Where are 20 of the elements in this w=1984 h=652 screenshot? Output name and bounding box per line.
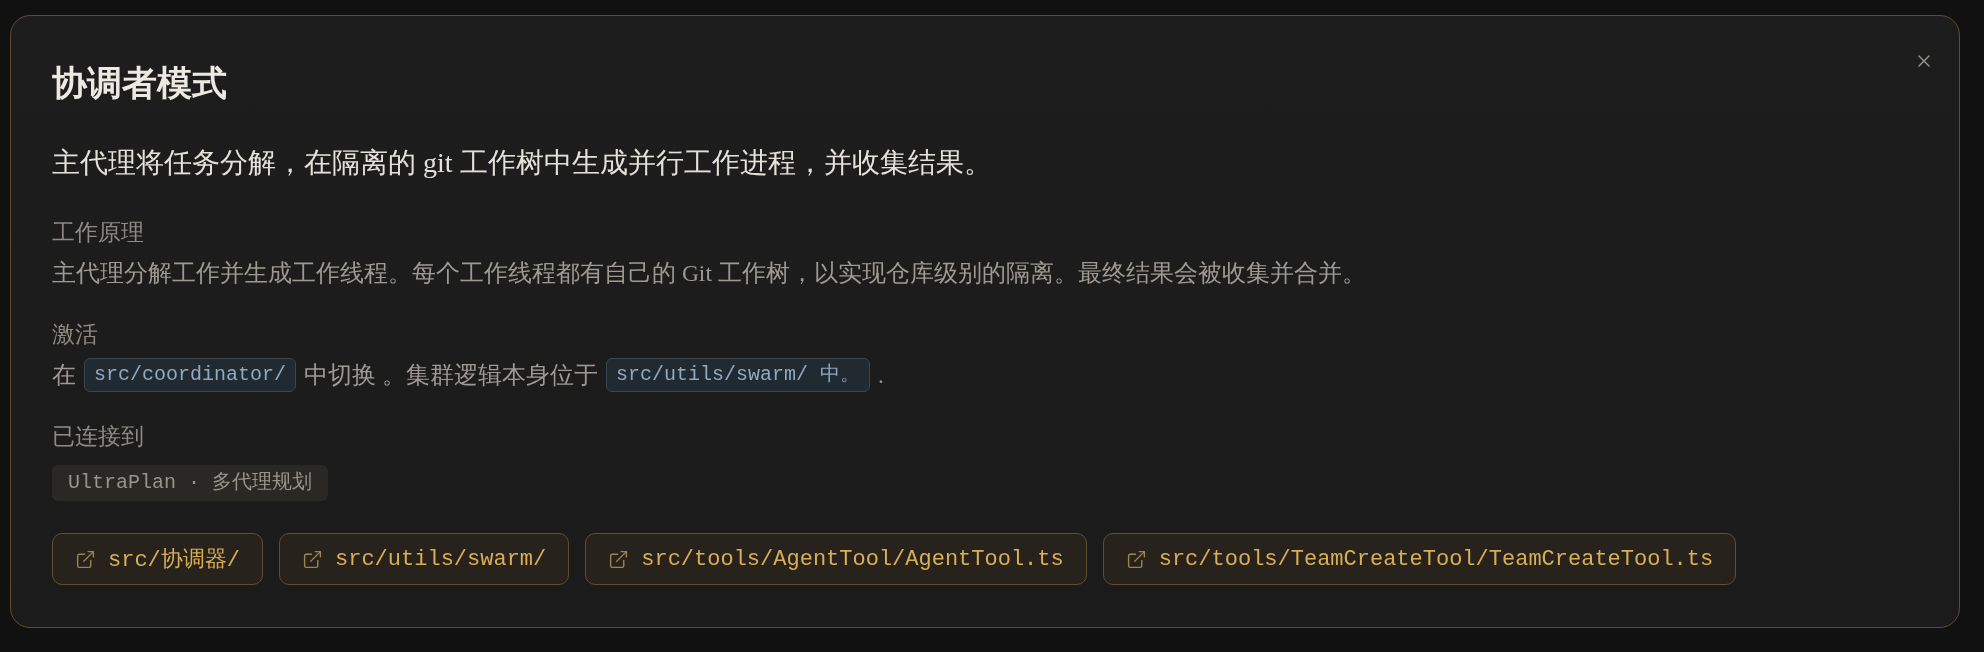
dialog-title: 协调者模式 [52,63,228,103]
section-heading: 已连接到 [52,423,145,451]
file-link-button[interactable]: src/utils/swarm/ [279,533,570,585]
section-text: 主代理分解工作并生成工作线程。每个工作线程都有自己的 Git 工作树，以实现仓库级别的隔离。最终结果会被收集并合并。 [52,259,1366,288]
dialog-subtitle: 主代理将任务分解，在隔离的 git 工作树中生成并行工作进程，并收集结果。 [52,146,993,180]
code-path: src/coordinator/ [84,358,297,392]
connected-tag: UltraPlan · 多代理规划 [52,465,329,501]
external-link-icon [608,548,630,570]
external-link-icon [1125,548,1147,570]
external-link-icon [302,548,323,570]
section-heading: 激活 [52,321,99,349]
section-heading: 工作原理 [52,219,145,247]
external-link-icon [75,548,96,570]
file-link-button[interactable]: src/tools/AgentTool/AgentTool.ts [585,533,1087,585]
file-link-button[interactable]: src/协调器/ [52,533,263,585]
file-link-button[interactable]: src/tools/TeamCreateTool/TeamCreateTool.ts [1102,533,1737,585]
code-path: src/utils/swarm/ 中。 [605,358,870,392]
section-text: 中切换 。集群逻辑本身位于 [304,361,598,390]
section-text: 在 [52,361,76,390]
section-text: . [877,361,884,390]
